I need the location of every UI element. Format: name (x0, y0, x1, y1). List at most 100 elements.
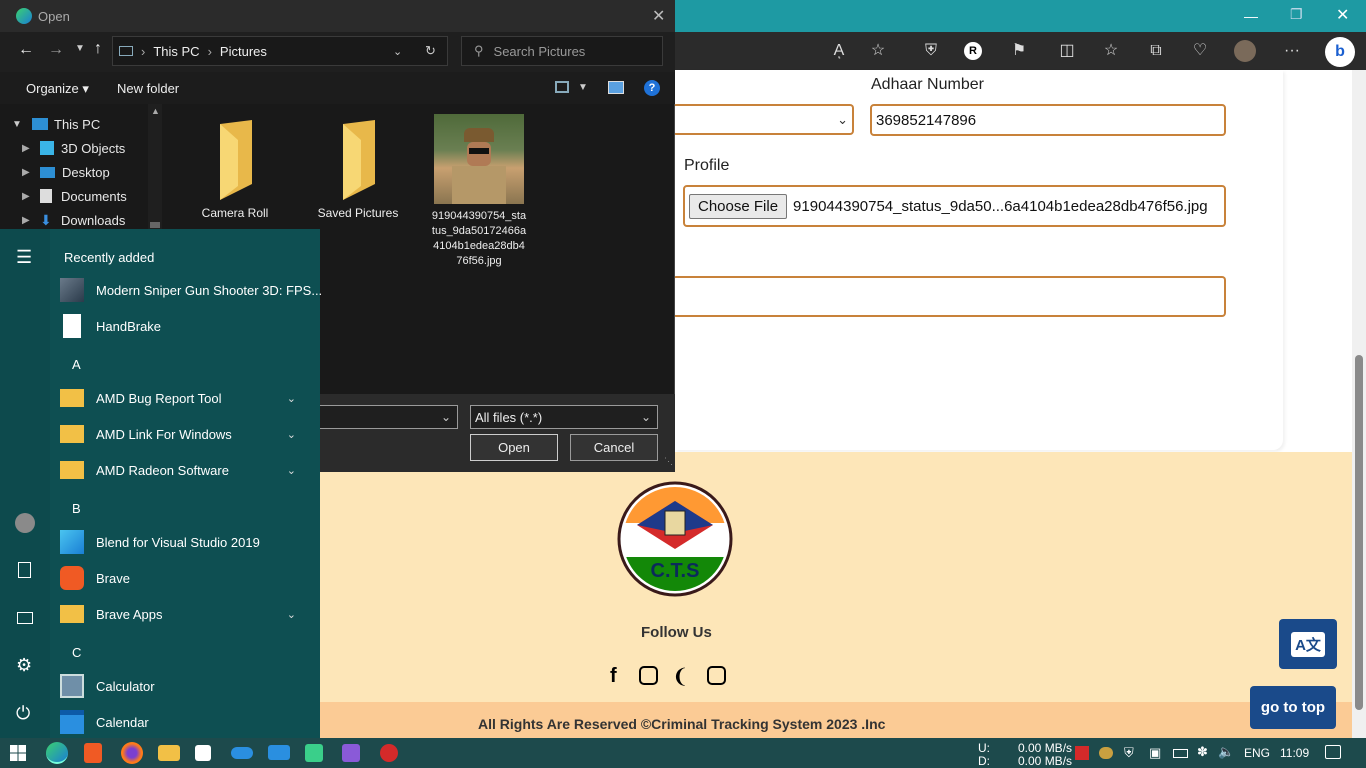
file-item-image[interactable]: 919044390754_status_9da50172466a4104b1ed… (431, 114, 527, 269)
tree-item-3d-objects[interactable]: ▶ 3D Objects (0, 136, 150, 160)
r-extension-icon[interactable]: R (964, 42, 982, 60)
chevron-down-icon[interactable]: ⌄ (287, 464, 296, 477)
twitter-icon[interactable]: ❨ (672, 664, 689, 689)
back-icon[interactable]: ← (18, 41, 34, 59)
windows-start-icon[interactable] (10, 745, 26, 761)
settings-icon[interactable]: ⚙ (16, 655, 32, 676)
user-avatar[interactable] (15, 513, 35, 533)
expand-icon[interactable]: ▶ (22, 143, 40, 154)
battery-icon[interactable] (1173, 749, 1188, 758)
scrollbar-thumb[interactable] (1355, 355, 1363, 710)
meet-tray-icon[interactable]: ▣ (1149, 745, 1161, 761)
minimize-icon[interactable]: — (1244, 8, 1258, 24)
translate-button[interactable]: A文 (1279, 619, 1337, 669)
hamburger-icon[interactable]: ☰ (16, 247, 32, 268)
documents-icon[interactable] (18, 562, 31, 578)
text-field[interactable] (672, 276, 1226, 317)
facebook-icon[interactable]: f (610, 665, 626, 687)
adhaar-input[interactable]: 369852147896 (870, 104, 1226, 136)
health-icon[interactable]: ♡ (1189, 40, 1211, 62)
favorite-star-icon[interactable]: ☆ (867, 40, 889, 62)
address-dropdown-icon[interactable]: ⌄ (393, 45, 402, 58)
app-amd-bug-report[interactable]: AMD Bug Report Tool ⌄ (60, 381, 310, 415)
open-button[interactable]: Open (470, 434, 558, 461)
organize-button[interactable]: Organize ▾ (26, 81, 89, 97)
group-letter-b[interactable]: B (72, 501, 81, 516)
tree-item-documents[interactable]: ▶ Documents (0, 184, 150, 208)
search-input[interactable]: ⚲ Search Pictures (461, 36, 663, 66)
app-amd-link[interactable]: AMD Link For Windows ⌄ (60, 417, 310, 451)
up-icon[interactable]: ↑ (94, 40, 102, 58)
expand-icon[interactable]: ▼ (12, 119, 32, 130)
file-explorer-taskbar-icon[interactable] (158, 745, 180, 761)
amd-tray-icon[interactable] (1075, 746, 1089, 760)
split-screen-icon[interactable]: ◫ (1056, 40, 1078, 62)
resize-grip-icon[interactable]: ⋱ (664, 456, 673, 467)
view-dropdown-icon[interactable]: ▼ (578, 82, 588, 93)
scroll-up-icon[interactable]: ▲ (151, 106, 160, 116)
tree-scrollbar[interactable]: ▲ (148, 104, 162, 229)
tree-scroll-thumb[interactable] (150, 222, 160, 228)
profile-avatar[interactable] (1234, 40, 1256, 62)
shield-extension-icon[interactable]: ⛨ (920, 40, 942, 62)
expand-icon[interactable]: ▶ (22, 191, 40, 202)
choose-file-button[interactable]: Choose File (689, 193, 788, 219)
breadcrumb-pictures[interactable]: Pictures (220, 44, 267, 59)
app-modern-sniper[interactable]: Modern Sniper Gun Shooter 3D: FPS... (60, 273, 322, 307)
tree-item-desktop[interactable]: ▶ Desktop (0, 160, 150, 184)
brave-taskbar-icon[interactable] (84, 743, 102, 763)
expand-icon[interactable]: ▶ (22, 167, 40, 178)
chevron-down-icon[interactable]: ⌄ (287, 608, 296, 621)
group-letter-a[interactable]: A (72, 357, 81, 372)
app-handbrake[interactable]: HandBrake (60, 309, 310, 343)
more-menu-icon[interactable]: ··· (1281, 40, 1303, 62)
firefox-taskbar-icon[interactable] (121, 742, 143, 764)
volume-icon[interactable]: 🔈 (1218, 744, 1234, 760)
extensions-icon[interactable]: ⚑ (1008, 40, 1030, 62)
store-taskbar-icon[interactable] (195, 745, 211, 761)
bing-icon[interactable]: b (1325, 37, 1355, 67)
security-tray-icon[interactable]: ⛨ (1124, 745, 1134, 761)
group-letter-c[interactable]: C (72, 645, 81, 660)
recent-locations-icon[interactable]: ▼ (75, 43, 85, 54)
close-icon[interactable]: ✕ (652, 6, 665, 26)
app-brave[interactable]: Brave (60, 561, 310, 595)
view-options-icon[interactable] (555, 81, 569, 93)
edge-taskbar-icon[interactable] (46, 742, 68, 764)
app-blend[interactable]: Blend for Visual Studio 2019 (60, 525, 310, 559)
refresh-icon[interactable]: ↻ (425, 43, 436, 59)
app-amd-radeon[interactable]: AMD Radeon Software ⌄ (60, 453, 310, 487)
whatsapp-icon[interactable] (707, 666, 726, 685)
amd-taskbar-icon[interactable] (380, 744, 398, 762)
cancel-button[interactable]: Cancel (570, 434, 658, 461)
file-item-saved-pictures[interactable]: Saved Pictures (306, 114, 410, 220)
chevron-down-icon[interactable]: ⌄ (287, 392, 296, 405)
app-taskbar-icon[interactable] (305, 744, 323, 762)
help-icon[interactable]: ? (644, 80, 660, 96)
app-brave-apps[interactable]: Brave Apps ⌄ (60, 597, 310, 631)
notification-icon[interactable] (1325, 745, 1341, 759)
favorites-icon[interactable]: ☆ (1100, 40, 1122, 62)
visual-studio-taskbar-icon[interactable] (342, 744, 360, 762)
app-calculator[interactable]: Calculator (60, 669, 310, 703)
tray-app-icon[interactable] (1099, 747, 1113, 759)
power-icon[interactable]: ⏻ (16, 703, 30, 724)
new-folder-button[interactable]: New folder (117, 81, 179, 96)
pictures-icon[interactable] (17, 612, 33, 624)
expand-icon[interactable]: ▶ (22, 215, 40, 226)
app-calendar[interactable]: Calendar (60, 705, 310, 739)
language-indicator[interactable]: ENG (1244, 746, 1270, 760)
profile-file-input[interactable]: Choose File 919044390754_status_9da50...… (683, 185, 1226, 227)
restore-icon[interactable]: ❐ (1290, 6, 1303, 23)
file-item-camera-roll[interactable]: Camera Roll (183, 114, 287, 220)
forward-icon[interactable]: → (48, 41, 64, 59)
address-bar[interactable]: › This PC › Pictures ⌄ ↻ (112, 36, 448, 66)
preview-pane-icon[interactable] (608, 81, 624, 94)
onedrive-taskbar-icon[interactable] (231, 747, 253, 759)
tree-item-this-pc[interactable]: ▼ This PC (0, 112, 150, 136)
file-type-select[interactable]: All files (*.*) ⌄ (470, 405, 658, 429)
read-aloud-icon[interactable]: Aͅ (828, 40, 850, 62)
clock[interactable]: 11:09 (1280, 746, 1309, 760)
collections-icon[interactable]: ⧉ (1145, 40, 1167, 62)
go-to-top-button[interactable]: go to top (1250, 686, 1336, 729)
